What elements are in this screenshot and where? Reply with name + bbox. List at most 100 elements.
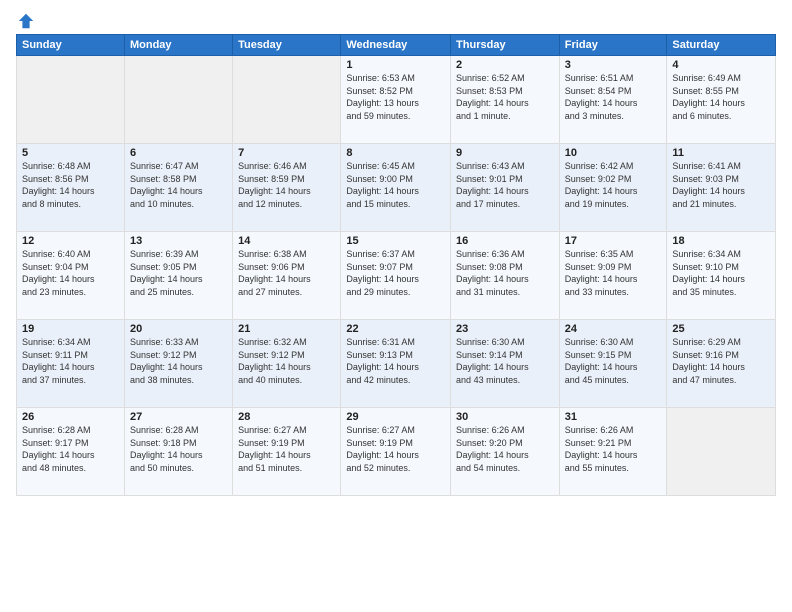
day-number: 31 [565,411,662,423]
day-number: 30 [456,411,554,423]
day-header-sunday: Sunday [17,35,125,56]
day-number: 23 [456,323,554,335]
day-header-monday: Monday [124,35,232,56]
calendar-cell: 22Sunrise: 6:31 AM Sunset: 9:13 PM Dayli… [341,320,451,408]
calendar-cell: 29Sunrise: 6:27 AM Sunset: 9:19 PM Dayli… [341,408,451,496]
calendar-cell: 15Sunrise: 6:37 AM Sunset: 9:07 PM Dayli… [341,232,451,320]
calendar-cell: 31Sunrise: 6:26 AM Sunset: 9:21 PM Dayli… [559,408,667,496]
day-info: Sunrise: 6:26 AM Sunset: 9:20 PM Dayligh… [456,424,554,474]
day-info: Sunrise: 6:37 AM Sunset: 9:07 PM Dayligh… [346,248,445,298]
calendar-week-3: 12Sunrise: 6:40 AM Sunset: 9:04 PM Dayli… [17,232,776,320]
calendar-cell: 23Sunrise: 6:30 AM Sunset: 9:14 PM Dayli… [451,320,560,408]
day-info: Sunrise: 6:52 AM Sunset: 8:53 PM Dayligh… [456,72,554,122]
day-number: 29 [346,411,445,423]
day-number: 17 [565,235,662,247]
day-number: 22 [346,323,445,335]
day-number: 12 [22,235,119,247]
day-info: Sunrise: 6:26 AM Sunset: 9:21 PM Dayligh… [565,424,662,474]
calendar-cell: 9Sunrise: 6:43 AM Sunset: 9:01 PM Daylig… [451,144,560,232]
day-number: 14 [238,235,335,247]
calendar-cell: 25Sunrise: 6:29 AM Sunset: 9:16 PM Dayli… [667,320,776,408]
day-number: 16 [456,235,554,247]
day-info: Sunrise: 6:53 AM Sunset: 8:52 PM Dayligh… [346,72,445,122]
calendar-week-2: 5Sunrise: 6:48 AM Sunset: 8:56 PM Daylig… [17,144,776,232]
calendar-cell [124,56,232,144]
calendar-cell: 18Sunrise: 6:34 AM Sunset: 9:10 PM Dayli… [667,232,776,320]
calendar-week-5: 26Sunrise: 6:28 AM Sunset: 9:17 PM Dayli… [17,408,776,496]
calendar-cell: 13Sunrise: 6:39 AM Sunset: 9:05 PM Dayli… [124,232,232,320]
day-info: Sunrise: 6:33 AM Sunset: 9:12 PM Dayligh… [130,336,227,386]
day-number: 28 [238,411,335,423]
day-info: Sunrise: 6:49 AM Sunset: 8:55 PM Dayligh… [672,72,770,122]
day-header-tuesday: Tuesday [233,35,341,56]
day-number: 5 [22,147,119,159]
day-info: Sunrise: 6:51 AM Sunset: 8:54 PM Dayligh… [565,72,662,122]
logo [16,12,35,26]
calendar-cell: 14Sunrise: 6:38 AM Sunset: 9:06 PM Dayli… [233,232,341,320]
calendar-cell: 26Sunrise: 6:28 AM Sunset: 9:17 PM Dayli… [17,408,125,496]
calendar-cell [17,56,125,144]
day-number: 9 [456,147,554,159]
calendar-cell: 7Sunrise: 6:46 AM Sunset: 8:59 PM Daylig… [233,144,341,232]
day-number: 1 [346,59,445,71]
calendar-week-1: 1Sunrise: 6:53 AM Sunset: 8:52 PM Daylig… [17,56,776,144]
day-info: Sunrise: 6:28 AM Sunset: 9:18 PM Dayligh… [130,424,227,474]
calendar-cell: 21Sunrise: 6:32 AM Sunset: 9:12 PM Dayli… [233,320,341,408]
day-info: Sunrise: 6:39 AM Sunset: 9:05 PM Dayligh… [130,248,227,298]
day-info: Sunrise: 6:36 AM Sunset: 9:08 PM Dayligh… [456,248,554,298]
day-info: Sunrise: 6:41 AM Sunset: 9:03 PM Dayligh… [672,160,770,210]
day-info: Sunrise: 6:35 AM Sunset: 9:09 PM Dayligh… [565,248,662,298]
calendar-cell: 27Sunrise: 6:28 AM Sunset: 9:18 PM Dayli… [124,408,232,496]
calendar-cell: 5Sunrise: 6:48 AM Sunset: 8:56 PM Daylig… [17,144,125,232]
calendar-cell: 3Sunrise: 6:51 AM Sunset: 8:54 PM Daylig… [559,56,667,144]
day-number: 27 [130,411,227,423]
day-number: 26 [22,411,119,423]
day-number: 25 [672,323,770,335]
day-header-friday: Friday [559,35,667,56]
day-info: Sunrise: 6:27 AM Sunset: 9:19 PM Dayligh… [238,424,335,474]
day-info: Sunrise: 6:30 AM Sunset: 9:14 PM Dayligh… [456,336,554,386]
calendar-cell: 30Sunrise: 6:26 AM Sunset: 9:20 PM Dayli… [451,408,560,496]
calendar-cell: 17Sunrise: 6:35 AM Sunset: 9:09 PM Dayli… [559,232,667,320]
day-info: Sunrise: 6:34 AM Sunset: 9:11 PM Dayligh… [22,336,119,386]
day-info: Sunrise: 6:38 AM Sunset: 9:06 PM Dayligh… [238,248,335,298]
calendar-cell: 11Sunrise: 6:41 AM Sunset: 9:03 PM Dayli… [667,144,776,232]
header [16,12,776,26]
calendar-cell: 19Sunrise: 6:34 AM Sunset: 9:11 PM Dayli… [17,320,125,408]
day-number: 10 [565,147,662,159]
day-number: 24 [565,323,662,335]
day-number: 6 [130,147,227,159]
day-header-saturday: Saturday [667,35,776,56]
calendar-cell: 4Sunrise: 6:49 AM Sunset: 8:55 PM Daylig… [667,56,776,144]
day-header-thursday: Thursday [451,35,560,56]
day-info: Sunrise: 6:40 AM Sunset: 9:04 PM Dayligh… [22,248,119,298]
day-info: Sunrise: 6:32 AM Sunset: 9:12 PM Dayligh… [238,336,335,386]
calendar-cell: 2Sunrise: 6:52 AM Sunset: 8:53 PM Daylig… [451,56,560,144]
day-number: 20 [130,323,227,335]
calendar-cell: 12Sunrise: 6:40 AM Sunset: 9:04 PM Dayli… [17,232,125,320]
day-number: 18 [672,235,770,247]
calendar-cell: 16Sunrise: 6:36 AM Sunset: 9:08 PM Dayli… [451,232,560,320]
day-number: 21 [238,323,335,335]
day-info: Sunrise: 6:28 AM Sunset: 9:17 PM Dayligh… [22,424,119,474]
calendar-cell: 24Sunrise: 6:30 AM Sunset: 9:15 PM Dayli… [559,320,667,408]
day-header-wednesday: Wednesday [341,35,451,56]
day-info: Sunrise: 6:29 AM Sunset: 9:16 PM Dayligh… [672,336,770,386]
day-info: Sunrise: 6:48 AM Sunset: 8:56 PM Dayligh… [22,160,119,210]
day-number: 2 [456,59,554,71]
calendar-cell: 6Sunrise: 6:47 AM Sunset: 8:58 PM Daylig… [124,144,232,232]
day-info: Sunrise: 6:27 AM Sunset: 9:19 PM Dayligh… [346,424,445,474]
day-number: 7 [238,147,335,159]
page: SundayMondayTuesdayWednesdayThursdayFrid… [0,0,792,612]
day-number: 13 [130,235,227,247]
logo-icon [17,12,35,30]
day-info: Sunrise: 6:34 AM Sunset: 9:10 PM Dayligh… [672,248,770,298]
day-info: Sunrise: 6:47 AM Sunset: 8:58 PM Dayligh… [130,160,227,210]
calendar-cell: 20Sunrise: 6:33 AM Sunset: 9:12 PM Dayli… [124,320,232,408]
calendar-cell: 1Sunrise: 6:53 AM Sunset: 8:52 PM Daylig… [341,56,451,144]
calendar-table: SundayMondayTuesdayWednesdayThursdayFrid… [16,34,776,496]
day-number: 3 [565,59,662,71]
calendar-cell [667,408,776,496]
calendar-week-4: 19Sunrise: 6:34 AM Sunset: 9:11 PM Dayli… [17,320,776,408]
day-info: Sunrise: 6:31 AM Sunset: 9:13 PM Dayligh… [346,336,445,386]
